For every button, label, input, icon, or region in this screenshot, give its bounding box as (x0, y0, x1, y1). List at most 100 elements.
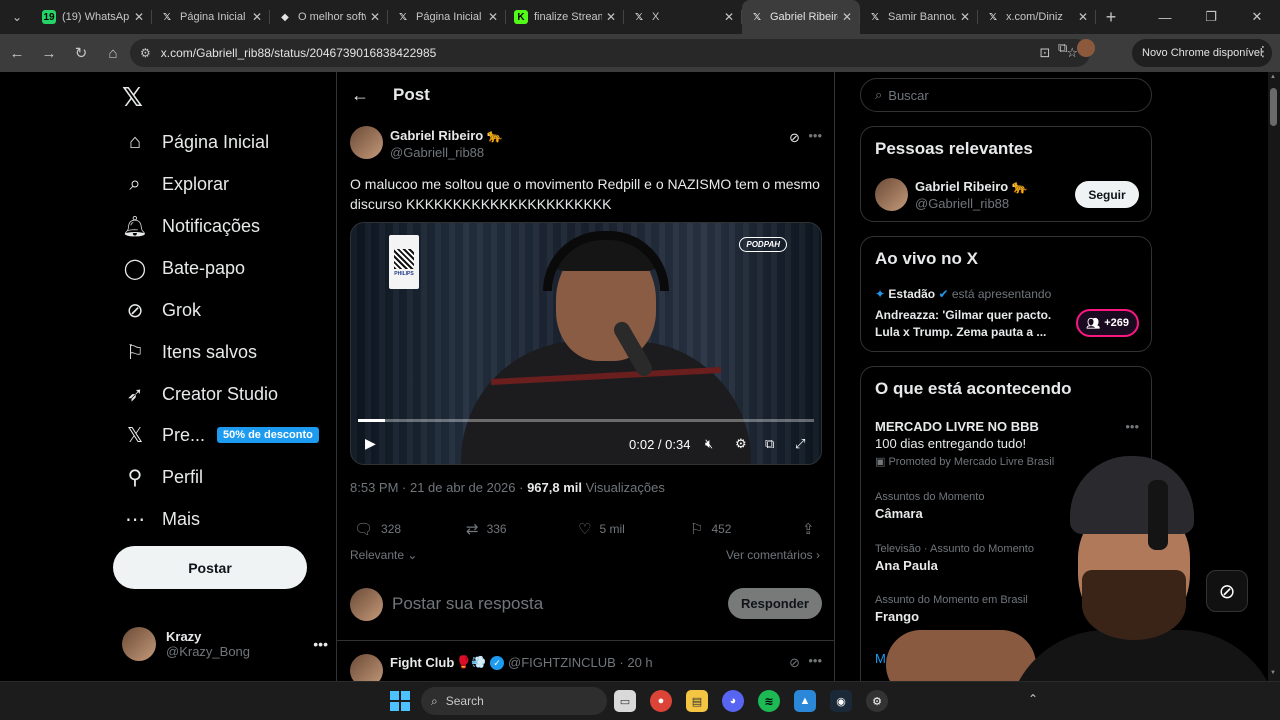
minimize-button[interactable]: — (1142, 0, 1188, 34)
avatar[interactable] (350, 654, 383, 681)
nav-item-bell[interactable]: 🔔︎ Notificações (122, 206, 260, 246)
fullscreen-icon[interactable]: ⤢ (795, 436, 805, 452)
discord-icon[interactable]: ◕ (722, 690, 744, 712)
video-progress-bar[interactable] (358, 419, 814, 422)
more-icon[interactable]: ••• (808, 653, 822, 668)
home-button[interactable]: ⌂ (98, 38, 128, 68)
maximize-button[interactable]: ❐ (1188, 0, 1234, 34)
person-name[interactable]: Gabriel Ribeiro 🐆 (915, 179, 1028, 195)
close-window-button[interactable]: ✕ (1234, 0, 1280, 34)
tray-chevron-icon[interactable]: ⌃ (1028, 692, 1038, 706)
reply-tweet[interactable]: Fight Club 🥊💨 ✓ @FIGHTZINCLUB · 20 h ⊘ •… (350, 652, 822, 681)
nav-item-home[interactable]: ⌂ Página Inicial (122, 122, 269, 162)
repost-button[interactable]: ⇄ 336 (466, 520, 507, 538)
more-icon[interactable]: ••• (313, 636, 328, 652)
account-switcher[interactable]: Krazy @Krazy_Bong ••• (122, 624, 328, 664)
nav-item-x-premium[interactable]: 𝕏 Pre... 50% de desconto (122, 415, 319, 455)
sort-replies-dropdown[interactable]: Relevante ⌄ (350, 548, 417, 562)
reply-submit-button[interactable]: Responder (728, 588, 822, 619)
more-icon[interactable]: ••• (1125, 419, 1139, 434)
steam-icon[interactable]: ◉ (830, 690, 852, 712)
site-info-icon[interactable]: ⚙ (140, 46, 151, 60)
profile-avatar[interactable] (1077, 39, 1096, 57)
close-tab-icon[interactable]: ✕ (606, 10, 616, 24)
close-tab-icon[interactable]: ✕ (488, 10, 498, 24)
more-icon[interactable]: ••• (808, 128, 822, 143)
task-view-icon[interactable]: ▭ (614, 690, 636, 712)
mute-icon[interactable]: 🔇︎ (705, 436, 713, 452)
see-comments-link[interactable]: Ver comentários › (726, 548, 820, 562)
windows-start-icon[interactable] (390, 691, 410, 711)
play-icon[interactable]: ▶ (365, 435, 376, 452)
photos-icon[interactable]: ▲ (794, 690, 816, 712)
app-icon[interactable]: ⚙ (866, 690, 888, 712)
settings-icon[interactable]: ⚙ (735, 436, 747, 452)
spotify-icon[interactable]: ≋ (758, 690, 780, 712)
relevant-person[interactable]: Gabriel Ribeiro 🐆 @Gabriell_rib88 Seguir (875, 177, 1139, 213)
close-tab-icon[interactable]: ✕ (370, 10, 380, 24)
person-handle[interactable]: @Gabriell_rib88 (915, 196, 1009, 211)
file-explorer-icon[interactable]: ▤ (686, 690, 708, 712)
avatar[interactable] (350, 126, 383, 159)
nav-item-bookmark[interactable]: ⚐ Itens salvos (122, 332, 257, 372)
live-item[interactable]: ✦ Estadão ✔ está apresentando Andreazza:… (875, 287, 1139, 341)
avatar[interactable] (875, 178, 908, 211)
close-tab-icon[interactable]: ✕ (842, 10, 852, 24)
taskbar-search[interactable]: ⌕ Search (421, 687, 607, 715)
back-arrow-icon[interactable]: ← (351, 85, 369, 106)
browser-tab[interactable]: 𝕏x.com/Diniz ✕ (978, 0, 1096, 34)
close-tab-icon[interactable]: ✕ (252, 10, 262, 24)
browser-tab[interactable]: Kfinalize Stream ✕ (506, 0, 624, 34)
bookmark-button[interactable]: ⚐ 452 (690, 520, 731, 538)
close-tab-icon[interactable]: ✕ (1078, 10, 1088, 24)
browser-tab[interactable]: 𝕏 Página Inicial / X ✕ (152, 0, 270, 34)
chrome-icon[interactable]: ● (650, 690, 672, 712)
reply-button[interactable]: 🗨︎ 328 (354, 520, 401, 538)
share-button[interactable]: ⇪ (802, 520, 823, 538)
close-tab-icon[interactable]: ✕ (134, 10, 144, 24)
reply-input[interactable]: Postar sua resposta (392, 594, 543, 614)
pip-icon[interactable]: ⧉ (765, 436, 774, 452)
new-tab-button[interactable]: + (1096, 7, 1126, 28)
grok-icon[interactable]: ⊘ (789, 130, 800, 146)
discount-badge[interactable]: 50% de desconto (217, 427, 319, 443)
scrollbar-thumb[interactable] (1270, 88, 1277, 126)
browser-tab[interactable]: ◆ O melhor software ✕ (270, 0, 388, 34)
reload-button[interactable]: ↻ (66, 38, 96, 68)
scroll-up-icon[interactable]: ▲ (1270, 74, 1276, 80)
reply-author-name[interactable]: Fight Club (390, 655, 454, 670)
nav-item-grok[interactable]: ⊘ Grok (122, 290, 201, 330)
video-player[interactable]: PHILIPS PODPAH ▶ 0:02 / 0:34 🔇︎ ⚙ ⧉ ⤢ (350, 222, 822, 465)
author-handle[interactable]: @Gabriell_rib88 (390, 145, 503, 160)
nav-item-more-circle[interactable]: ⋯ Mais (122, 499, 200, 539)
close-tab-icon[interactable]: ✕ (960, 10, 970, 24)
browser-tab[interactable]: 19 (19) WhatsApp ✕ (34, 0, 152, 34)
browser-tab[interactable]: 𝕏 Samir Bannout ✕ (860, 0, 978, 34)
search-input[interactable]: ⌕ Buscar (860, 78, 1152, 112)
browser-tab[interactable]: 𝕏 Página Inicial / X ✕ (388, 0, 506, 34)
grok-floating-button[interactable]: ⊘ (1206, 570, 1248, 612)
author-name[interactable]: Gabriel Ribeiro 🐆 (390, 128, 503, 144)
nav-item-search[interactable]: ⌕ Explorar (122, 164, 229, 204)
grok-icon[interactable]: ⊘ (789, 655, 800, 671)
x-logo-icon[interactable]: 𝕏 (122, 82, 143, 113)
back-button[interactable]: ← (2, 38, 32, 68)
extensions-icon[interactable]: ⧉ (1058, 40, 1067, 56)
chrome-update-button[interactable]: Novo Chrome disponível (1132, 39, 1273, 67)
tab-search-button[interactable]: ⌄ (0, 0, 34, 34)
close-tab-icon[interactable]: ✕ (724, 10, 734, 24)
browser-tab[interactable]: 𝕏 X ✕ (624, 0, 742, 34)
reply-author-handle[interactable]: @FIGHTZINCLUB · 20 h (508, 655, 653, 670)
follow-button[interactable]: Seguir (1075, 181, 1139, 208)
like-button[interactable]: ♡ 5 mil (578, 520, 625, 538)
tweet-timestamp[interactable]: 8:53 PM · 21 de abr de 2026 · (350, 480, 527, 495)
chrome-menu-icon[interactable]: ⋮ (1256, 43, 1270, 60)
forward-button[interactable]: → (34, 38, 64, 68)
post-button[interactable]: Postar (113, 546, 307, 589)
nav-item-chat[interactable]: ◯ Bate-papo (122, 248, 245, 288)
install-app-icon[interactable]: ⊡ (1039, 45, 1050, 61)
browser-tab[interactable]: 𝕏 Gabriel Ribeiro ✕ (742, 0, 860, 34)
address-bar[interactable]: ⚙ x.com/Gabriell_rib88/status/2046739016… (130, 39, 1090, 67)
nav-item-person[interactable]: ⚲ Perfil (122, 457, 203, 497)
nav-item-rocket[interactable]: ➶ Creator Studio (122, 374, 278, 414)
